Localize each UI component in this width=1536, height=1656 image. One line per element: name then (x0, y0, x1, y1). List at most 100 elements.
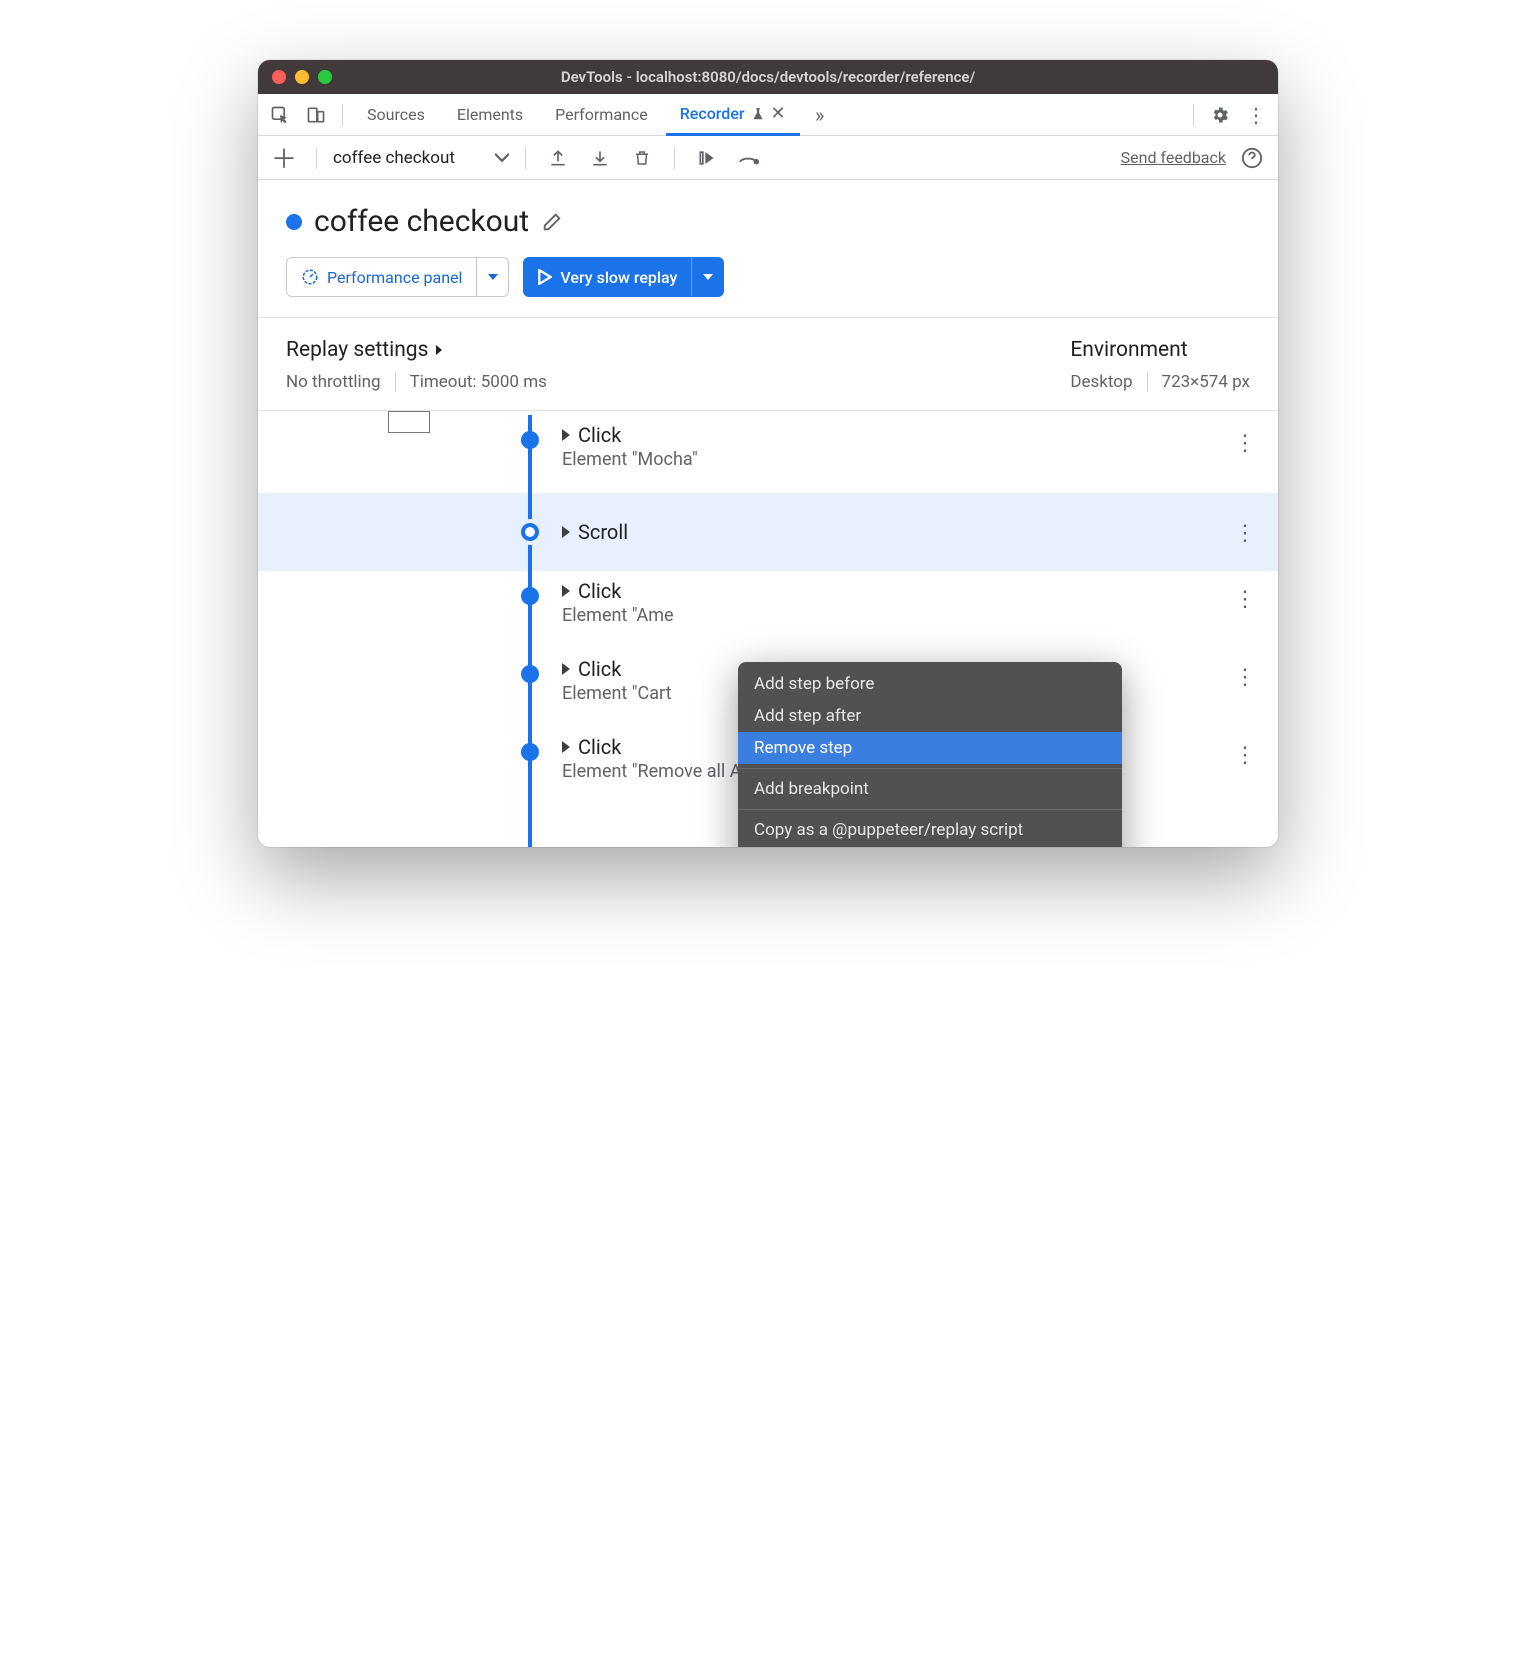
minimize-window-icon[interactable] (295, 70, 309, 84)
throttling-value: No throttling (286, 372, 381, 392)
menu-label: Remove step (754, 738, 852, 758)
separator (395, 372, 396, 392)
delete-icon[interactable] (626, 142, 658, 174)
play-icon (538, 269, 552, 285)
step-context-menu: Add step before Add step after Remove st… (738, 662, 1122, 847)
menu-add-breakpoint[interactable]: Add breakpoint (738, 773, 1122, 805)
recording-selector[interactable]: coffee checkout (333, 148, 509, 168)
button-label: Very slow replay (560, 268, 677, 287)
step-more-icon[interactable]: ⋮ (1234, 521, 1256, 546)
replay-settings-toggle[interactable]: Replay settings (286, 338, 547, 362)
help-icon[interactable] (1236, 142, 1268, 174)
menu-label: Add step before (754, 674, 874, 694)
settings-row: Replay settings No throttling Timeout: 5… (258, 318, 1278, 411)
step-more-icon[interactable]: ⋮ (1234, 587, 1256, 612)
timeline-node (521, 587, 539, 605)
step-row[interactable]: Click Element "Mocha" ⋮ (258, 415, 1278, 493)
close-window-icon[interactable] (272, 70, 286, 84)
close-tab-icon[interactable]: ✕ (771, 103, 786, 124)
step-title: Scroll (578, 520, 628, 544)
timeline-node (521, 743, 539, 761)
menu-separator (738, 768, 1122, 769)
tab-label: Elements (457, 105, 523, 124)
device-value: Desktop (1070, 372, 1132, 392)
expand-icon[interactable] (562, 663, 570, 675)
expand-icon[interactable] (562, 585, 570, 597)
performance-panel-button[interactable]: Performance panel (286, 257, 509, 297)
step-row[interactable]: Scroll ⋮ (258, 493, 1278, 571)
button-main[interactable]: Very slow replay (524, 258, 691, 296)
step-more-icon[interactable]: ⋮ (1234, 665, 1256, 690)
menu-separator (738, 809, 1122, 810)
step-row[interactable]: Click Element "Ame ⋮ (258, 571, 1278, 649)
label: Replay settings (286, 338, 428, 362)
kebab-menu-icon[interactable]: ⋮ (1240, 99, 1272, 131)
window-title: DevTools - localhost:8080/docs/devtools/… (258, 68, 1278, 86)
separator (674, 147, 675, 169)
expand-icon[interactable] (562, 741, 570, 753)
button-label: Performance panel (327, 268, 462, 287)
settings-icon[interactable] (1204, 99, 1236, 131)
replay-button[interactable]: Very slow replay (523, 257, 724, 297)
button-dropdown[interactable] (476, 258, 508, 296)
separator (525, 147, 526, 169)
step-subtitle: Element "Mocha" (562, 449, 698, 470)
edit-icon[interactable] (541, 211, 563, 233)
traffic-lights (272, 70, 332, 84)
flask-icon (751, 107, 765, 121)
step-more-icon[interactable]: ⋮ (1234, 431, 1256, 456)
timeout-value: Timeout: 5000 ms (410, 372, 547, 392)
inspect-element-icon[interactable] (264, 99, 296, 131)
step-title: Click (578, 579, 621, 603)
chevron-down-icon (488, 274, 498, 280)
more-tabs-icon[interactable]: » (804, 99, 836, 131)
menu-remove-step[interactable]: Remove step (738, 732, 1122, 764)
replay-settings-values: No throttling Timeout: 5000 ms (286, 372, 547, 392)
step-subtitle: Element "Ame (562, 605, 674, 626)
zoom-window-icon[interactable] (318, 70, 332, 84)
new-recording-icon[interactable]: ＋ (268, 142, 300, 174)
export-icon[interactable] (542, 142, 574, 174)
menu-add-step-before[interactable]: Add step before (738, 668, 1122, 700)
menu-copy-as[interactable]: Copy as (738, 846, 1122, 847)
chevron-right-icon (436, 345, 442, 355)
link-label: Send feedback (1121, 148, 1226, 167)
timeline-line (528, 649, 532, 727)
replay-settings: Replay settings No throttling Timeout: 5… (286, 338, 547, 392)
button-main[interactable]: Performance panel (287, 258, 476, 296)
step-more-icon[interactable]: ⋮ (1234, 743, 1256, 768)
separator (1193, 104, 1194, 126)
environment-label: Environment (1070, 338, 1250, 362)
timeline-line (528, 571, 532, 649)
step-play-icon[interactable] (691, 142, 723, 174)
menu-label: Add breakpoint (754, 779, 869, 799)
device-toolbar-icon[interactable] (300, 99, 332, 131)
recording-title: coffee checkout (314, 204, 529, 239)
separator (342, 104, 343, 126)
step-title: Click (578, 657, 621, 681)
recorder-toolbar: ＋ coffee checkout Send feedback (258, 136, 1278, 180)
tab-recorder[interactable]: Recorder ✕ (666, 94, 800, 136)
tab-label: Performance (555, 105, 648, 124)
window-titlebar: DevTools - localhost:8080/docs/devtools/… (258, 60, 1278, 94)
send-feedback-link[interactable]: Send feedback (1121, 148, 1226, 167)
menu-label: Add step after (754, 706, 861, 726)
recording-header: coffee checkout Performance panel Very s… (258, 180, 1278, 318)
tab-sources[interactable]: Sources (353, 94, 439, 136)
menu-label: Copy as a @puppeteer/replay script (754, 820, 1023, 840)
action-buttons: Performance panel Very slow replay (286, 257, 1250, 297)
menu-copy-puppeteer[interactable]: Copy as a @puppeteer/replay script (738, 814, 1122, 846)
tab-performance[interactable]: Performance (541, 94, 662, 136)
step-over-icon[interactable] (733, 142, 765, 174)
import-icon[interactable] (584, 142, 616, 174)
menu-add-step-after[interactable]: Add step after (738, 700, 1122, 732)
button-dropdown[interactable] (691, 258, 723, 296)
timeline-line (528, 727, 532, 827)
expand-icon[interactable] (562, 429, 570, 441)
expand-icon[interactable] (562, 526, 570, 538)
separator (1147, 372, 1148, 392)
tab-label: Recorder (680, 104, 745, 123)
devtools-window: DevTools - localhost:8080/docs/devtools/… (258, 60, 1278, 847)
tab-elements[interactable]: Elements (443, 94, 537, 136)
timeline-node (521, 431, 539, 449)
